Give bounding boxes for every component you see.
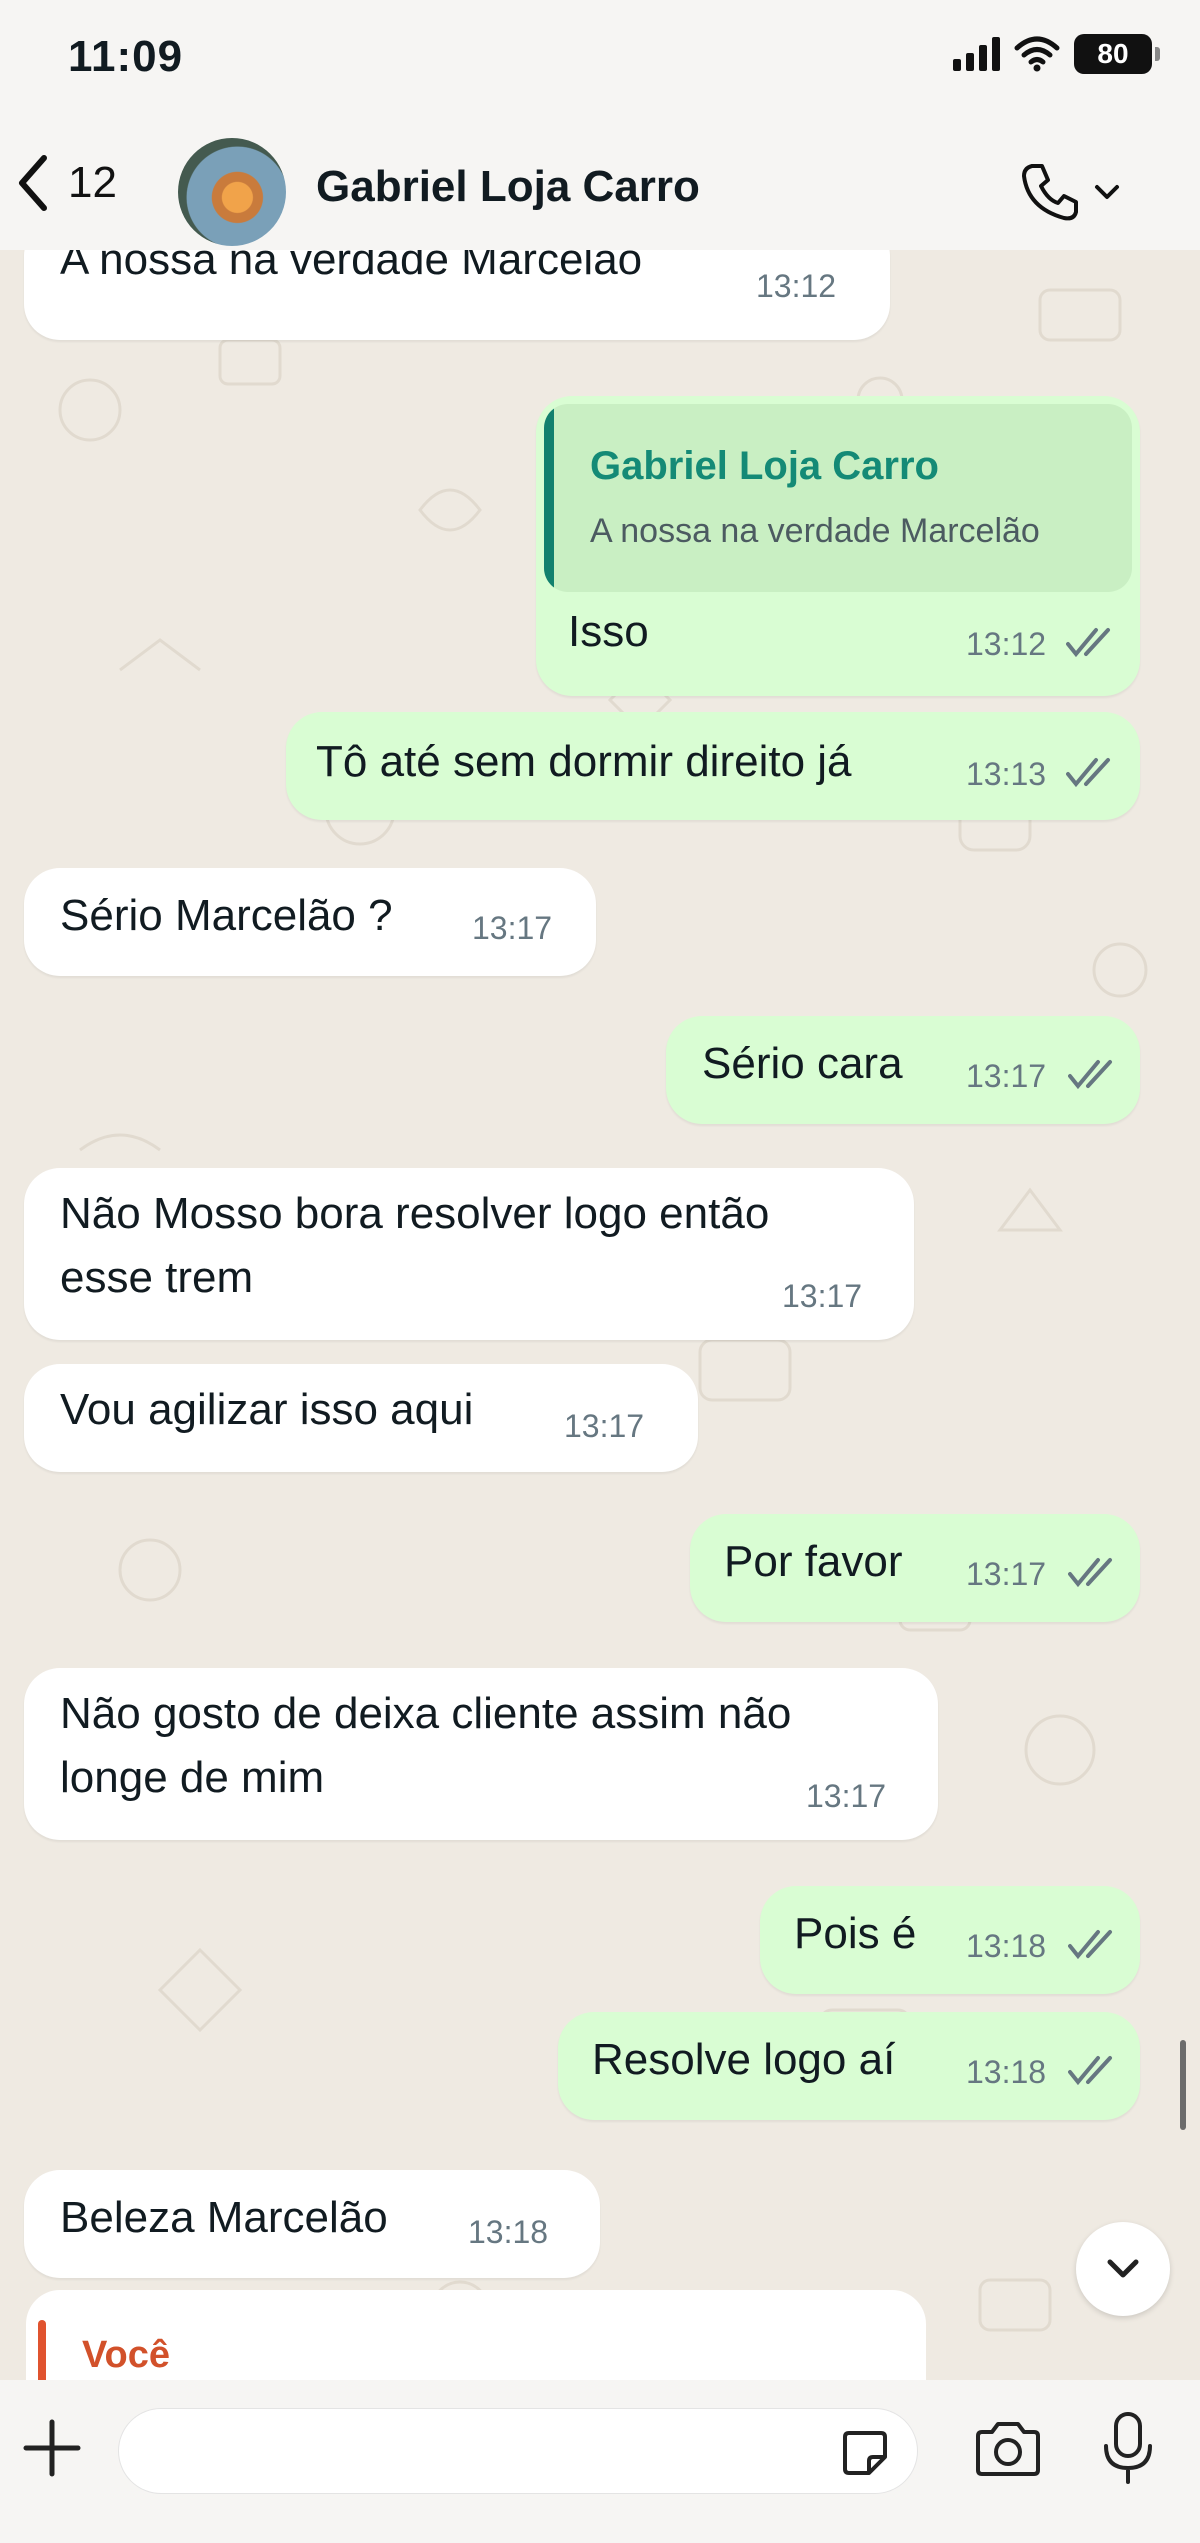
- reply-author: Gabriel Loja Carro: [590, 444, 939, 488]
- message-time: 13:12: [966, 626, 1047, 662]
- chat-header: 12 Gabriel Loja Carro: [0, 130, 1200, 246]
- message-composer: [0, 2380, 1200, 2543]
- message-outgoing[interactable]: Pois é 13:18: [760, 1886, 1140, 1994]
- message-input[interactable]: [155, 2427, 795, 2477]
- message-time: 13:13: [966, 756, 1047, 792]
- read-receipt-icon: [1066, 758, 1110, 788]
- message-text: A nossa na verdade Marcelão: [60, 250, 643, 284]
- reply-accent-bar: [544, 404, 554, 592]
- read-receipt-icon: [1066, 628, 1110, 658]
- microphone-icon[interactable]: [1096, 2410, 1160, 2486]
- message-text-line: Não gosto de deixa cliente assim não: [60, 1689, 792, 1738]
- message-time: 13:18: [468, 2214, 549, 2250]
- message-incoming[interactable]: A nossa na verdade Marcelão 13:12: [24, 250, 890, 340]
- chevron-down-icon: [1107, 2259, 1139, 2278]
- read-receipt-icon: [1068, 2056, 1112, 2086]
- message-time: 13:17: [806, 1778, 887, 1814]
- unread-count: 12: [68, 158, 117, 207]
- battery-indicator: 80: [1074, 34, 1160, 74]
- message-incoming-partial[interactable]: Você: [26, 2290, 926, 2380]
- status-time: 11:09: [68, 32, 184, 81]
- message-outgoing[interactable]: Sério cara 13:17: [666, 1016, 1140, 1124]
- message-text: Sério Marcelão ?: [60, 891, 393, 940]
- message-time: 13:17: [472, 910, 553, 946]
- message-text: Beleza Marcelão: [60, 2193, 388, 2242]
- message-time: 13:12: [756, 268, 837, 304]
- cellular-signal-icon: [953, 37, 1000, 71]
- message-time: 13:18: [966, 1928, 1047, 1964]
- message-time: 13:17: [966, 1556, 1047, 1592]
- quoted-reply[interactable]: Gabriel Loja Carro A nossa na verdade Ma…: [544, 404, 1132, 592]
- quote-author: Você: [82, 2334, 171, 2376]
- message-outgoing[interactable]: Por favor 13:17: [690, 1514, 1140, 1622]
- message-outgoing[interactable]: Resolve logo aí 13:18: [558, 2012, 1140, 2120]
- message-text-line: Não Mosso bora resolver logo então: [60, 1189, 770, 1238]
- read-receipt-icon: [1068, 1060, 1112, 1090]
- quote-accent-bar: [38, 2320, 46, 2380]
- camera-icon[interactable]: [972, 2420, 1044, 2478]
- phone-icon: [1022, 164, 1078, 221]
- back-button[interactable]: 12: [14, 152, 117, 214]
- back-chevron-icon: [19, 155, 47, 211]
- scrollbar-thumb[interactable]: [1180, 2040, 1186, 2130]
- message-text: Por favor: [724, 1537, 903, 1586]
- message-outgoing[interactable]: Gabriel Loja Carro A nossa na verdade Ma…: [536, 396, 1140, 696]
- chat-area[interactable]: A nossa na verdade Marcelão 13:12 Gabrie…: [0, 250, 1200, 2380]
- message-text-line: esse trem: [60, 1253, 254, 1302]
- message-text: Tô até sem dormir direito já: [316, 737, 852, 786]
- message-text: Isso: [568, 607, 649, 656]
- contact-name[interactable]: Gabriel Loja Carro: [316, 162, 700, 212]
- avatar[interactable]: [178, 138, 286, 246]
- scroll-to-bottom-button[interactable]: [1076, 2222, 1170, 2316]
- message-input-container[interactable]: [118, 2408, 918, 2494]
- call-button[interactable]: [1018, 160, 1120, 224]
- chevron-down-icon: [1095, 185, 1119, 199]
- message-incoming[interactable]: Beleza Marcelão 13:18: [24, 2170, 600, 2278]
- message-time: 13:17: [966, 1058, 1047, 1094]
- message-text-line: longe de mim: [60, 1753, 325, 1802]
- message-text: Pois é: [794, 1909, 917, 1958]
- message-text: Resolve logo aí: [592, 2035, 896, 2084]
- message-time: 13:18: [966, 2054, 1047, 2090]
- read-receipt-icon: [1068, 1558, 1112, 1588]
- message-time: 13:17: [782, 1278, 863, 1314]
- message-text: Sério cara: [702, 1039, 903, 1088]
- message-incoming[interactable]: Vou agilizar isso aqui 13:17: [24, 1364, 698, 1472]
- reply-text: A nossa na verdade Marcelão: [590, 512, 1040, 550]
- read-receipt-icon: [1068, 1930, 1112, 1960]
- sticker-icon[interactable]: [839, 2427, 891, 2479]
- wifi-icon: [1014, 36, 1060, 72]
- message-outgoing[interactable]: Tô até sem dormir direito já 13:13: [286, 712, 1140, 820]
- message-text: Vou agilizar isso aqui: [60, 1385, 474, 1434]
- status-indicators: 80: [953, 34, 1160, 74]
- top-bar: 11:09 80 12 Gabriel Loja Carro: [0, 0, 1200, 250]
- plus-icon[interactable]: [20, 2416, 84, 2480]
- message-incoming[interactable]: Não gosto de deixa cliente assim não lon…: [24, 1668, 938, 1840]
- message-incoming[interactable]: Sério Marcelão ? 13:17: [24, 868, 596, 976]
- message-time: 13:17: [564, 1408, 645, 1444]
- message-incoming[interactable]: Não Mosso bora resolver logo então esse …: [24, 1168, 914, 1340]
